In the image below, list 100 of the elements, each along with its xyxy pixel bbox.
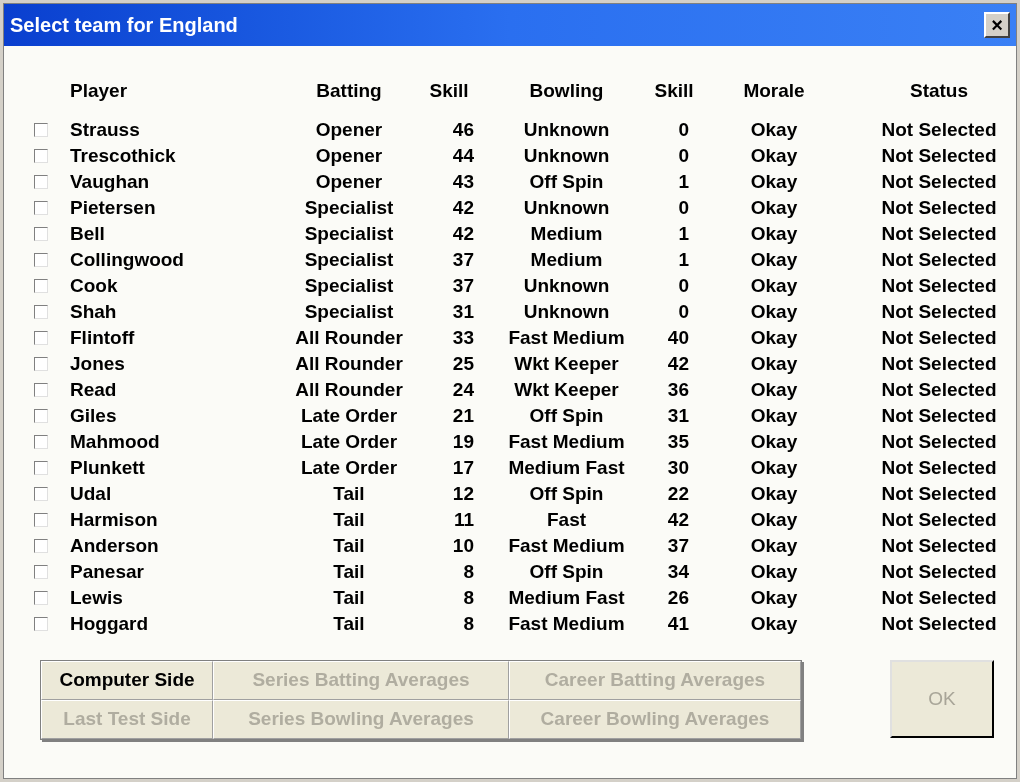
- morale: Okay: [749, 378, 799, 402]
- morale: Okay: [749, 534, 799, 558]
- bowling-type: Fast Medium: [507, 326, 626, 350]
- batting-role: All Rounder: [294, 378, 404, 402]
- batting-role: Opener: [314, 144, 384, 168]
- batting-role: Late Order: [299, 430, 399, 454]
- checkbox[interactable]: [34, 461, 48, 476]
- bowling-skill: 41: [666, 612, 689, 636]
- status: Not Selected: [880, 326, 998, 350]
- player-name: Shah: [69, 300, 118, 324]
- batting-role: All Rounder: [294, 352, 404, 376]
- bowling-type: Off Spin: [528, 170, 605, 194]
- checkbox[interactable]: [34, 487, 48, 502]
- bowling-type: Unknown: [522, 144, 611, 168]
- morale: Okay: [749, 430, 799, 454]
- morale: Okay: [749, 300, 799, 324]
- checkbox[interactable]: [34, 357, 48, 372]
- status: Not Selected: [880, 222, 998, 246]
- column-header: Skill: [654, 78, 694, 103]
- checkbox[interactable]: [34, 383, 48, 398]
- player-name: Hoggard: [69, 612, 150, 636]
- status: Not Selected: [880, 170, 998, 194]
- morale: Okay: [749, 144, 799, 168]
- morale: Okay: [749, 170, 799, 194]
- batting-skill: 8: [462, 560, 474, 584]
- bowling-skill: 0: [677, 118, 689, 142]
- batting-role: Tail: [332, 534, 366, 558]
- bowling-type: Fast Medium: [507, 534, 626, 558]
- checkbox[interactable]: [34, 149, 48, 164]
- bowling-type: Medium Fast: [507, 586, 626, 610]
- bowling-skill: 42: [666, 508, 689, 532]
- batting-skill: 12: [451, 482, 474, 506]
- batting-skill: 37: [451, 248, 474, 272]
- batting-skill: 44: [451, 144, 474, 168]
- checkbox[interactable]: [34, 565, 48, 580]
- status: Not Selected: [880, 586, 998, 610]
- column-header: Bowling: [529, 78, 604, 103]
- player-name: Cook: [69, 274, 119, 298]
- bowling-skill: 0: [677, 300, 689, 324]
- bowling-skill: 36: [666, 378, 689, 402]
- morale: Okay: [749, 586, 799, 610]
- status: Not Selected: [880, 352, 998, 376]
- column-header: Batting: [316, 78, 382, 103]
- batting-role: Specialist: [303, 274, 395, 298]
- checkbox[interactable]: [34, 513, 48, 528]
- checkbox[interactable]: [34, 123, 48, 138]
- player-name: Read: [69, 378, 118, 402]
- morale: Okay: [749, 326, 799, 350]
- batting-role: Late Order: [299, 456, 399, 480]
- checkbox[interactable]: [34, 253, 48, 268]
- checkbox[interactable]: [34, 435, 48, 450]
- checkbox[interactable]: [34, 279, 48, 294]
- player-name: Flintoff: [69, 326, 136, 350]
- bowling-skill: 37: [666, 534, 689, 558]
- column-header: Status: [909, 78, 969, 103]
- player-name: Strauss: [69, 118, 141, 142]
- batting-role: All Rounder: [294, 326, 404, 350]
- status: Not Selected: [880, 196, 998, 220]
- bowling-type: Unknown: [522, 196, 611, 220]
- checkbox[interactable]: [34, 617, 48, 632]
- player-name: Trescothick: [69, 144, 177, 168]
- checkbox[interactable]: [34, 539, 48, 554]
- morale: Okay: [749, 508, 799, 532]
- status: Not Selected: [880, 300, 998, 324]
- checkbox[interactable]: [34, 591, 48, 606]
- status: Not Selected: [880, 404, 998, 428]
- bowling-skill: 30: [666, 456, 689, 480]
- bowling-skill: 40: [666, 326, 689, 350]
- bowling-type: Unknown: [522, 118, 611, 142]
- checkbox[interactable]: [34, 305, 48, 320]
- status: Not Selected: [880, 248, 998, 272]
- bowling-skill: 1: [677, 170, 689, 194]
- bowling-type: Medium: [529, 248, 604, 272]
- close-button[interactable]: ×: [984, 12, 1010, 38]
- column-header: Skill: [429, 78, 469, 103]
- bowling-type: Medium: [529, 222, 604, 246]
- bowling-type: Unknown: [522, 300, 611, 324]
- checkbox[interactable]: [34, 175, 48, 190]
- bowling-type: Fast Medium: [507, 612, 626, 636]
- column-header: Morale: [743, 78, 805, 103]
- status: Not Selected: [880, 456, 998, 480]
- bowling-skill: 0: [677, 144, 689, 168]
- bowling-skill: 22: [666, 482, 689, 506]
- checkbox[interactable]: [34, 201, 48, 216]
- bowling-type: Wkt Keeper: [513, 352, 620, 376]
- batting-role: Opener: [314, 170, 384, 194]
- bowling-skill: 31: [666, 404, 689, 428]
- bowling-skill: 1: [677, 222, 689, 246]
- batting-role: Tail: [332, 586, 366, 610]
- checkbox[interactable]: [34, 227, 48, 242]
- checkbox[interactable]: [34, 409, 48, 424]
- batting-role: Opener: [314, 118, 384, 142]
- batting-skill: 46: [451, 118, 474, 142]
- action-button[interactable]: Computer Side: [41, 661, 213, 700]
- checkbox[interactable]: [34, 331, 48, 346]
- status: Not Selected: [880, 144, 998, 168]
- batting-role: Tail: [332, 482, 366, 506]
- player-name: Plunkett: [69, 456, 146, 480]
- batting-role: Specialist: [303, 222, 395, 246]
- bowling-type: Unknown: [522, 274, 611, 298]
